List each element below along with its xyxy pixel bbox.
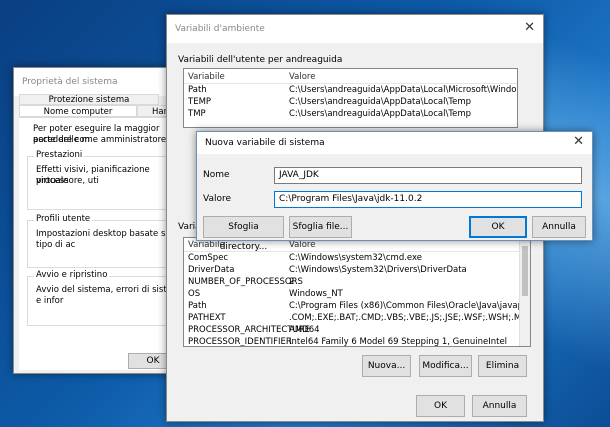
system-var-value: C:\Windows\System32\Drivers\DriverData xyxy=(289,265,467,275)
new-var-titlebar: Nuova variabile di sistema ✕ xyxy=(197,132,592,154)
user-var-row[interactable]: TEMP C:\Users\andreaguida\AppData\Local\… xyxy=(184,96,517,108)
tab-protezione-sistema[interactable]: Protezione sistema xyxy=(19,94,159,105)
system-vars-scroll-thumb[interactable] xyxy=(522,246,528,296)
new-var-title: Nuova variabile di sistema xyxy=(205,138,325,148)
system-var-value: .COM;.EXE;.BAT;.CMD;.VBS;.VBE;.JS;.JSE;.… xyxy=(289,313,531,323)
system-var-name: OS xyxy=(188,289,201,299)
user-var-name: TEMP xyxy=(188,97,212,107)
system-var-value: Intel64 Family 6 Model 69 Stepping 1, Ge… xyxy=(289,337,508,347)
delete-variable-button[interactable]: Elimina xyxy=(478,355,527,377)
system-var-row[interactable]: PATHEXT .COM;.EXE;.BAT;.CMD;.VBS;.VBE;.J… xyxy=(184,312,530,324)
user-vars-list[interactable]: Variabile Valore Path C:\Users\andreagui… xyxy=(183,68,518,128)
user-profiles-label: Profili utente xyxy=(34,214,93,224)
new-system-variable-dialog: Nuova variabile di sistema ✕ Nome JAVA_J… xyxy=(196,131,593,252)
new-var-cancel-button[interactable]: Annulla xyxy=(532,216,586,238)
env-vars-title: Variabili d'ambiente xyxy=(175,24,265,34)
system-var-name: Path xyxy=(188,301,207,311)
admin-intro-line2: accedere come amministratore. xyxy=(33,135,169,145)
system-var-row[interactable]: DriverData C:\Windows\System32\Drivers\D… xyxy=(184,264,530,276)
startup-recovery-group: Avvio e ripristino Avvio del sistema, er… xyxy=(27,270,187,326)
system-var-row[interactable]: NUMBER_OF_PROCESSORS 2 xyxy=(184,276,530,288)
performance-label: Prestazioni xyxy=(34,150,85,160)
user-var-name: TMP xyxy=(188,109,206,119)
system-var-row[interactable]: OS Windows_NT xyxy=(184,288,530,300)
system-var-row[interactable]: PROCESSOR_ARCHITECTURE AMD64 xyxy=(184,324,530,336)
system-vars-scrollbar[interactable] xyxy=(519,238,530,346)
user-vars-header: Variabile Valore xyxy=(184,71,517,84)
user-var-row[interactable]: Path C:\Users\andreaguida\AppData\Local\… xyxy=(184,84,517,96)
system-var-name: DriverData xyxy=(188,265,235,275)
env-vars-ok-button[interactable]: OK xyxy=(416,395,465,417)
value-label: Valore xyxy=(203,194,232,204)
system-var-name: PATHEXT xyxy=(188,313,226,323)
startup-recovery-label: Avvio e ripristino xyxy=(34,270,110,280)
user-profiles-group: Profili utente Impostazioni desktop basa… xyxy=(27,214,187,268)
tab-nome-computer[interactable]: Nome computer xyxy=(19,105,137,117)
user-var-value: C:\Users\andreaguida\AppData\Local\Temp xyxy=(289,109,471,119)
system-properties-titlebar: Proprietà del sistema xyxy=(14,68,182,96)
name-label: Nome xyxy=(203,170,230,180)
env-vars-titlebar: Variabili d'ambiente ✕ xyxy=(167,15,543,43)
user-var-value: C:\Users\andreaguida\AppData\Local\Micro… xyxy=(289,85,517,95)
performance-text-line2: virtuale xyxy=(36,176,69,186)
variable-name-input[interactable]: JAVA_JDK xyxy=(274,167,582,184)
system-var-value: 2 xyxy=(289,277,295,287)
system-var-name: NUMBER_OF_PROCESSORS xyxy=(188,277,303,287)
system-var-value: AMD64 xyxy=(289,325,320,335)
col-variable-header[interactable]: Variabile xyxy=(188,71,225,83)
system-properties-window: Proprietà del sistema Protezione sistema… xyxy=(13,67,187,374)
new-var-ok-button[interactable]: OK xyxy=(469,216,527,238)
system-var-value: Windows_NT xyxy=(289,289,343,299)
user-var-name: Path xyxy=(188,85,207,95)
new-variable-button[interactable]: Nuova... xyxy=(362,355,411,377)
env-vars-close-icon[interactable]: ✕ xyxy=(524,21,535,34)
browse-directory-button[interactable]: Sfoglia directory... xyxy=(203,216,284,252)
col-value-header[interactable]: Valore xyxy=(289,71,315,83)
user-profiles-text: Impostazioni desktop basate sul tipo di … xyxy=(36,229,174,250)
tab-strip: Protezione sistema Nome computer Hardwa xyxy=(19,94,187,118)
new-var-close-icon[interactable]: ✕ xyxy=(573,135,584,148)
system-var-name: PROCESSOR_IDENTIFIER xyxy=(188,337,292,347)
system-var-row[interactable]: Path C:\Program Files (x86)\Common Files… xyxy=(184,300,530,312)
user-var-row[interactable]: TMP C:\Users\andreaguida\AppData\Local\T… xyxy=(184,108,517,120)
browse-file-button[interactable]: Sfoglia file... xyxy=(289,216,352,238)
system-properties-title: Proprietà del sistema xyxy=(22,77,118,87)
tab-panel: Per poter eseguire la maggior parte dell… xyxy=(19,117,187,370)
performance-group: Prestazioni Effetti visivi, pianificazio… xyxy=(27,150,187,210)
system-var-value: C:\Windows\system32\cmd.exe xyxy=(289,253,423,263)
system-var-value: C:\Program Files (x86)\Common Files\Orac… xyxy=(289,301,531,311)
env-vars-cancel-button[interactable]: Annulla xyxy=(472,395,527,417)
startup-recovery-text: Avvio del sistema, errori di sistema e i… xyxy=(36,285,186,306)
edit-variable-button[interactable]: Modifica... xyxy=(419,355,472,377)
user-vars-group-label: Variabili dell'utente per andreaguida xyxy=(178,55,343,65)
variable-value-input[interactable]: C:\Program Files\Java\jdk-11.0.2 xyxy=(274,191,582,208)
system-var-row[interactable]: PROCESSOR_IDENTIFIER Intel64 Family 6 Mo… xyxy=(184,336,530,347)
user-var-value: C:\Users\andreaguida\AppData\Local\Temp xyxy=(289,97,471,107)
